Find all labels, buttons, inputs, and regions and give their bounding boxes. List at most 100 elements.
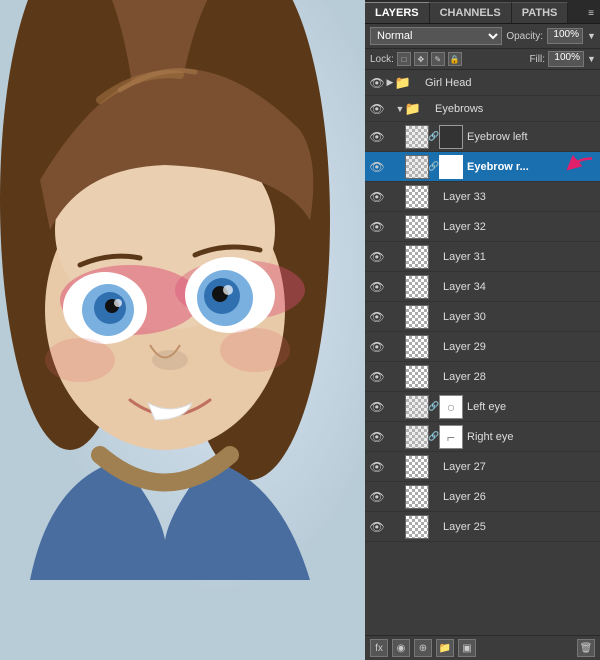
- expand-girl-head[interactable]: ▶: [385, 78, 395, 88]
- layer-style-button[interactable]: fx: [370, 639, 388, 657]
- fill-arrow: ▼: [587, 54, 595, 64]
- ps-panel: LAYERS CHANNELS PATHS ≡ Normal Opacity: …: [365, 0, 600, 660]
- tab-paths[interactable]: PATHS: [512, 2, 569, 23]
- panel-menu-button[interactable]: ≡: [582, 4, 600, 23]
- visibility-32[interactable]: 👁: [369, 219, 385, 235]
- visibility-25[interactable]: 👁: [369, 519, 385, 535]
- layer-name-28: Layer 28: [439, 371, 596, 383]
- opacity-arrow: ▼: [587, 31, 595, 41]
- layer-26[interactable]: 👁 Layer 26: [365, 482, 600, 512]
- layer-name-30: Layer 30: [439, 311, 596, 323]
- layer-name-33: Layer 33: [439, 191, 596, 203]
- fill-input[interactable]: 100%: [548, 51, 584, 67]
- thumb-26: [405, 485, 429, 509]
- mask-left-eye: ○: [439, 395, 463, 419]
- thumb-32: [405, 215, 429, 239]
- visibility-left-eye[interactable]: 👁: [369, 399, 385, 415]
- expand-eyebrows[interactable]: ▼: [395, 104, 405, 114]
- layer-name-27: Layer 27: [439, 461, 596, 473]
- visibility-33[interactable]: 👁: [369, 189, 385, 205]
- folder-icon-girl-head: 📁: [395, 76, 411, 90]
- thumb-33: [405, 185, 429, 209]
- mask-eyebrow-right: [439, 155, 463, 179]
- layer-name-girl-head: Girl Head: [421, 77, 596, 89]
- layer-31[interactable]: 👁 Layer 31: [365, 242, 600, 272]
- visibility-26[interactable]: 👁: [369, 489, 385, 505]
- layer-34[interactable]: 👁 Layer 34: [365, 272, 600, 302]
- thumb-27: [405, 455, 429, 479]
- blend-mode-select[interactable]: Normal: [370, 27, 502, 45]
- layer-name-31: Layer 31: [439, 251, 596, 263]
- visibility-girl-head[interactable]: 👁: [369, 75, 385, 91]
- layer-name-25: Layer 25: [439, 521, 596, 533]
- thumb-eyebrow-right: [405, 155, 429, 179]
- layer-27[interactable]: 👁 Layer 27: [365, 452, 600, 482]
- visibility-eyebrows[interactable]: 👁: [369, 101, 385, 117]
- bottom-bar: fx ◉ ⊕ 📁 ▣ 🗑: [365, 635, 600, 660]
- opacity-input[interactable]: 100%: [547, 28, 583, 44]
- layer-eyebrow-left[interactable]: 👁 🔗 Eyebrow left: [365, 122, 600, 152]
- visibility-27[interactable]: 👁: [369, 459, 385, 475]
- lock-image-button[interactable]: ✥: [414, 52, 428, 66]
- layer-33[interactable]: 👁 Layer 33: [365, 182, 600, 212]
- lock-all-button[interactable]: 🔒: [448, 52, 462, 66]
- visibility-eyebrow-left[interactable]: 👁: [369, 129, 385, 145]
- lock-icons: □ ✥ ✎ 🔒: [397, 52, 462, 66]
- thumb-25: [405, 515, 429, 539]
- visibility-34[interactable]: 👁: [369, 279, 385, 295]
- photo-area: [0, 0, 365, 660]
- opacity-label: Opacity:: [506, 31, 543, 42]
- layer-name-32: Layer 32: [439, 221, 596, 233]
- blend-opacity-row: Normal Opacity: 100% ▼: [365, 24, 600, 49]
- visibility-28[interactable]: 👁: [369, 369, 385, 385]
- new-group-button[interactable]: 📁: [436, 639, 454, 657]
- lock-position-button[interactable]: ✎: [431, 52, 445, 66]
- layer-eyebrow-right[interactable]: 👁 🔗 Eyebrow r...: [365, 152, 600, 182]
- thumb-right-eye: [405, 425, 429, 449]
- chain-left-eye: 🔗: [429, 401, 439, 412]
- chain-eyebrow-right: 🔗: [429, 161, 439, 172]
- thumb-31: [405, 245, 429, 269]
- layers-list: 👁 ▶ 📁 Girl Head 👁 ▼ 📁 Eyebrows 👁 🔗 Eyebr…: [365, 70, 600, 635]
- layer-29[interactable]: 👁 Layer 29: [365, 332, 600, 362]
- fill-label: Fill:: [529, 54, 545, 65]
- thumb-30: [405, 305, 429, 329]
- layer-28[interactable]: 👁 Layer 28: [365, 362, 600, 392]
- thumb-eyebrow-left: [405, 125, 429, 149]
- adjustment-layer-button[interactable]: ⊕: [414, 639, 432, 657]
- visibility-right-eye[interactable]: 👁: [369, 429, 385, 445]
- delete-layer-button[interactable]: 🗑: [577, 639, 595, 657]
- visibility-31[interactable]: 👁: [369, 249, 385, 265]
- lock-transparent-button[interactable]: □: [397, 52, 411, 66]
- thumb-left-eye: [405, 395, 429, 419]
- tab-channels[interactable]: CHANNELS: [430, 2, 512, 23]
- mask-eyebrow-left: [439, 125, 463, 149]
- thumb-28: [405, 365, 429, 389]
- layer-30[interactable]: 👁 Layer 30: [365, 302, 600, 332]
- add-mask-button[interactable]: ◉: [392, 639, 410, 657]
- folder-icon-eyebrows: 📁: [405, 102, 421, 116]
- layer-32[interactable]: 👁 Layer 32: [365, 212, 600, 242]
- layer-girl-head[interactable]: 👁 ▶ 📁 Girl Head: [365, 70, 600, 96]
- layer-left-eye[interactable]: 👁 🔗 ○ Left eye: [365, 392, 600, 422]
- layer-name-29: Layer 29: [439, 341, 596, 353]
- layer-name-26: Layer 26: [439, 491, 596, 503]
- lock-label: Lock:: [370, 54, 394, 65]
- visibility-eyebrow-right[interactable]: 👁: [369, 159, 385, 175]
- layer-name-eyebrow-right: Eyebrow r...: [463, 161, 596, 173]
- layer-right-eye[interactable]: 👁 🔗 ⌐ Right eye: [365, 422, 600, 452]
- tab-bar: LAYERS CHANNELS PATHS ≡: [365, 0, 600, 24]
- tab-layers[interactable]: LAYERS: [365, 2, 430, 23]
- layer-name-right-eye: Right eye: [463, 431, 596, 443]
- new-layer-button[interactable]: ▣: [458, 639, 476, 657]
- layer-name-eyebrow-left: Eyebrow left: [463, 131, 596, 143]
- visibility-29[interactable]: 👁: [369, 339, 385, 355]
- lock-fill-row: Lock: □ ✥ ✎ 🔒 Fill: 100% ▼: [365, 49, 600, 70]
- chain-right-eye: 🔗: [429, 431, 439, 442]
- layer-name-eyebrows: Eyebrows: [431, 103, 596, 115]
- mask-right-eye: ⌐: [439, 425, 463, 449]
- chain-eyebrow-left: 🔗: [429, 131, 439, 142]
- layer-25[interactable]: 👁 Layer 25: [365, 512, 600, 542]
- layer-eyebrows[interactable]: 👁 ▼ 📁 Eyebrows: [365, 96, 600, 122]
- visibility-30[interactable]: 👁: [369, 309, 385, 325]
